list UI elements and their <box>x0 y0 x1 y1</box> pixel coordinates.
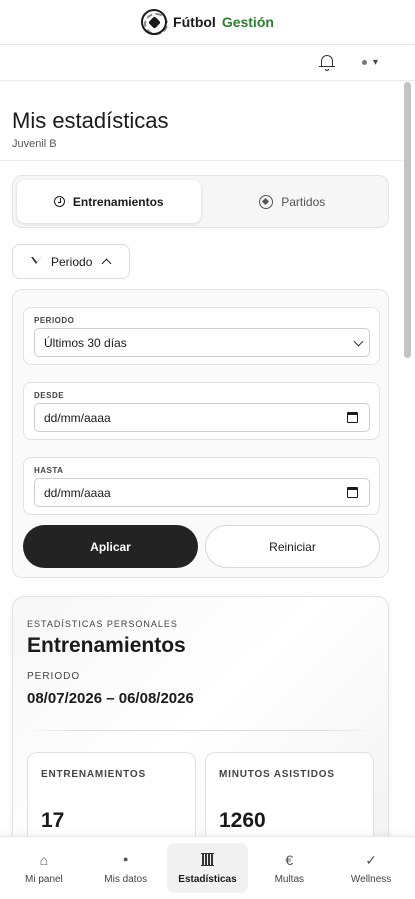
metric-label: ENTRENAMIENTOS <box>41 769 146 780</box>
user-menu-button[interactable]: ▾ <box>362 57 378 68</box>
tab-label: Partidos <box>281 194 326 209</box>
checkmark-icon: ✓ <box>365 851 377 868</box>
nav-item-multas[interactable]: € Multas <box>248 843 330 893</box>
stats-eyebrow: ESTADÍSTICAS PERSONALES <box>27 619 178 629</box>
tab-partidos[interactable]: Partidos <box>201 180 385 223</box>
period-select-value: Últimos 30 días <box>44 335 127 350</box>
team-subtitle: Juvenil B <box>12 138 57 150</box>
from-date-input[interactable]: dd/mm/aaaa <box>34 403 370 432</box>
nav-item-label: Mis datos <box>104 873 148 885</box>
period-field-label: PERIODO <box>34 316 75 325</box>
calendar-icon[interactable] <box>347 487 358 498</box>
nav-item-label: Wellness <box>350 873 392 885</box>
from-field: DESDE dd/mm/aaaa <box>23 382 380 440</box>
period-field: PERIODO Últimos 30 días <box>23 307 380 365</box>
brand-name-part2: Gestión <box>221 14 274 30</box>
nav-item-label: Estadísticas <box>178 873 237 885</box>
brand-name-part1: Fútbol <box>173 14 216 30</box>
home-icon: ⌂ <box>39 851 49 868</box>
toolbar: ▾ <box>0 45 415 81</box>
nav-item-wellness[interactable]: ✓ Wellness <box>330 843 412 893</box>
nav-item-label: Multas <box>274 873 305 885</box>
euro-icon: € <box>285 851 294 868</box>
filter-icon <box>31 256 42 267</box>
stats-tabs: Entrenamientos Partidos <box>12 175 389 228</box>
filter-panel: PERIODO Últimos 30 días DESDE dd/mm/aaaa… <box>12 289 389 578</box>
clock-icon <box>53 196 65 207</box>
nav-item-mis-datos[interactable]: ● Mis datos <box>85 843 167 893</box>
metric-value: 17 <box>41 809 65 832</box>
nav-item-mi-panel[interactable]: ⌂ Mi panel <box>3 843 85 893</box>
tab-label: Entrenamientos <box>72 194 164 209</box>
period-toggle-label: Periodo <box>51 254 93 269</box>
page-title: Mis estadísticas <box>12 108 169 133</box>
chevron-down-icon <box>353 336 364 347</box>
bell-icon[interactable] <box>319 54 335 72</box>
soccer-ball-logo-icon <box>141 9 169 35</box>
period-select[interactable]: Últimos 30 días <box>34 328 370 357</box>
bottom-nav: ⌂ Mi panel ● Mis datos Estadísticas € Mu… <box>0 836 415 899</box>
chevron-down-icon: ▾ <box>373 57 379 68</box>
to-field-label: HASTA <box>34 466 64 475</box>
to-field: HASTA dd/mm/aaaa <box>23 457 380 515</box>
app-header: Fútbol Gestión <box>0 0 415 45</box>
to-date-input[interactable]: dd/mm/aaaa <box>34 478 370 507</box>
from-date-placeholder: dd/mm/aaaa <box>44 410 111 425</box>
calendar-icon[interactable] <box>347 412 358 423</box>
stats-period-label: PERIODO <box>27 671 81 682</box>
bar-chart-icon <box>201 852 214 868</box>
nav-item-estadisticas[interactable]: Estadísticas <box>166 843 249 893</box>
dot-icon: ● <box>122 854 129 864</box>
nav-item-label: Mi panel <box>24 873 63 885</box>
avatar-dot-icon <box>362 60 367 65</box>
stats-title: Entrenamientos <box>27 634 186 657</box>
brand-logo[interactable]: Fútbol Gestión <box>141 9 274 35</box>
scrollbar-thumb[interactable] <box>404 82 411 358</box>
metric-value: 1260 <box>219 809 266 832</box>
divider <box>0 160 403 161</box>
to-date-placeholder: dd/mm/aaaa <box>44 485 111 500</box>
tab-entrenamientos[interactable]: Entrenamientos <box>17 180 201 223</box>
chevron-up-icon <box>101 258 112 269</box>
from-field-label: DESDE <box>34 391 65 400</box>
metric-label: MINUTOS ASISTIDOS <box>219 769 335 780</box>
soccer-ball-icon <box>259 194 274 209</box>
divider <box>27 730 374 731</box>
reset-button[interactable]: Reiniciar <box>205 525 380 568</box>
period-filter-toggle[interactable]: Periodo <box>12 244 130 279</box>
apply-button[interactable]: Aplicar <box>23 525 198 568</box>
stats-period-range: 08/07/2026 – 06/08/2026 <box>27 690 194 707</box>
